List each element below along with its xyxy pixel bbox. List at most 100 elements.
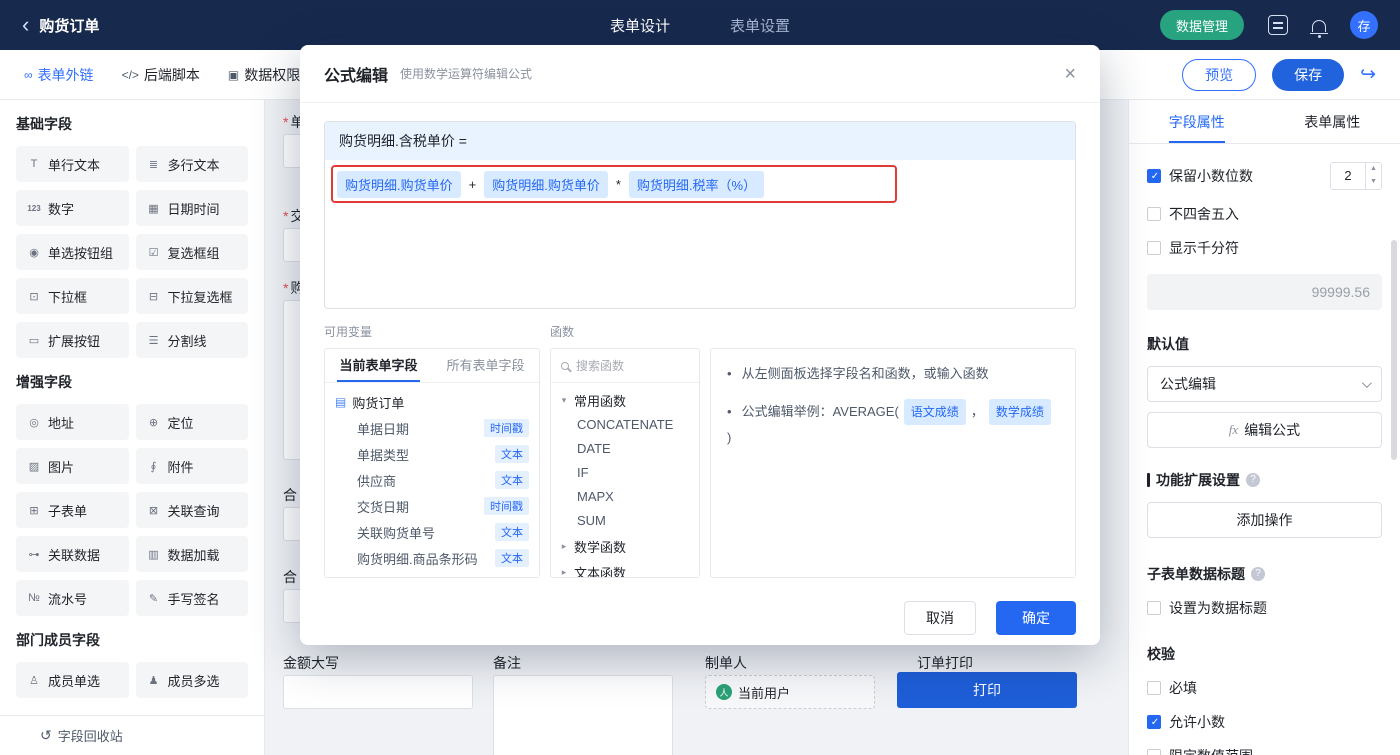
tree-root[interactable]: ▤ 购货订单 <box>335 389 529 415</box>
data-permission-button[interactable]: ▣ 数据权限 <box>228 65 300 85</box>
function-item[interactable]: IF <box>559 461 691 485</box>
share-icon[interactable]: ↪ <box>1360 63 1376 86</box>
properties-panel: 字段属性 表单属性 保留小数位数 2 ▲▼ 不四舍五入 显示千分符 99999.… <box>1128 100 1400 755</box>
tab-form-design[interactable]: 表单设计 <box>610 15 670 36</box>
formula-field-token[interactable]: 购货明细.购货单价 <box>484 171 608 198</box>
field-type-radio-group[interactable]: ◉ 单选按钮组 <box>16 234 129 270</box>
stepper-up-icon[interactable]: ▲ <box>1366 163 1381 176</box>
workspace-icon[interactable] <box>1268 15 1288 35</box>
amount-words-input[interactable] <box>283 675 473 709</box>
function-group-common[interactable]: ▾ 常用函数 <box>559 387 691 413</box>
confirm-button[interactable]: 确定 <box>996 601 1076 635</box>
stepper-down-icon[interactable]: ▼ <box>1366 176 1381 189</box>
toolbar-left: ∞ 表单外链 </> 后端脚本 ▣ 数据权限 <box>24 65 300 85</box>
decimal-places-checkbox[interactable] <box>1147 169 1162 184</box>
function-item[interactable]: DATE <box>559 437 691 461</box>
edit-formula-button[interactable]: fx 编辑公式 <box>1147 412 1382 448</box>
field-type-subform[interactable]: ⊞ 子表单 <box>16 492 129 528</box>
field-type-linked-query[interactable]: ⊠ 关联查询 <box>135 492 248 528</box>
remark-label: 备注 <box>493 655 521 671</box>
field-type-signature[interactable]: ✎ 手写签名 <box>135 580 248 616</box>
help-icon[interactable]: ? <box>1246 473 1260 487</box>
scrollbar-thumb[interactable] <box>1391 240 1397 460</box>
field-type-divider[interactable]: ☰ 分割线 <box>135 322 248 358</box>
field-type-data-load[interactable]: ▥ 数据加载 <box>135 536 248 572</box>
functions-panel: ▾常用函数 CONCATENATE DATE IF MAPX SUM ▸数学函数… <box>550 348 700 578</box>
section-title-basic-fields: 基础字段 <box>16 116 72 132</box>
data-title-checkbox[interactable] <box>1147 601 1161 615</box>
avatar[interactable]: 存 <box>1350 11 1378 39</box>
variable-item[interactable]: 单据类型 文本 <box>335 441 529 467</box>
field-type-multi-line-text[interactable]: ≣ 多行文本 <box>135 146 248 182</box>
no-rounding-checkbox[interactable] <box>1147 207 1161 221</box>
field-type-linked-data[interactable]: ⊶ 关联数据 <box>16 536 129 572</box>
properties-content: 保留小数位数 2 ▲▼ 不四舍五入 显示千分符 99999.56 默认值 公式编… <box>1129 144 1400 755</box>
tab-current-form-fields[interactable]: 当前表单字段 <box>325 349 432 382</box>
add-action-button[interactable]: 添加操作 <box>1147 502 1382 538</box>
field-type-checkbox-group[interactable]: ☑ 复选框组 <box>135 234 248 270</box>
backend-script-button[interactable]: </> 后端脚本 <box>122 65 200 85</box>
permission-icon: ▣ <box>227 67 240 82</box>
decimal-places-stepper[interactable]: 2 ▲ ▼ <box>1330 162 1382 190</box>
field-type-location[interactable]: ⊕ 定位 <box>135 404 248 440</box>
field-type-select[interactable]: ⊡ 下拉框 <box>16 278 129 314</box>
tab-form-properties[interactable]: 表单属性 <box>1265 100 1400 143</box>
formula-input-area[interactable]: 购货明细.购货单价 + 购货明细.购货单价 * 购货明细.税率（%） <box>325 160 1075 308</box>
function-item[interactable]: MAPX <box>559 485 691 509</box>
data-manage-button[interactable]: 数据管理 <box>1159 10 1244 40</box>
field-type-number[interactable]: 123 数字 <box>16 190 129 226</box>
function-group-math[interactable]: ▸ 数学函数 <box>559 533 691 559</box>
variable-item[interactable]: 单据日期 时间戳 <box>335 415 529 441</box>
field-type-member-multi[interactable]: ♟ 成员多选 <box>135 662 248 698</box>
field-type-serial-number[interactable]: № 流水号 <box>16 580 129 616</box>
allow-decimal-checkbox[interactable] <box>1147 715 1162 730</box>
remark-textarea[interactable] <box>493 675 673 755</box>
default-value-select[interactable]: 公式编辑 <box>1147 366 1382 402</box>
member-single-icon: ♙ <box>29 674 39 687</box>
field-recycle-bin[interactable]: ↺ 字段回收站 <box>0 715 264 755</box>
location-icon: ⊕ <box>148 416 159 429</box>
field-type-address[interactable]: ◎ 地址 <box>16 404 129 440</box>
properties-tabs: 字段属性 表单属性 <box>1129 100 1400 144</box>
form-external-link-button[interactable]: ∞ 表单外链 <box>24 65 94 85</box>
search-icon <box>561 361 569 370</box>
field-type-attachment[interactable]: ∮ 附件 <box>135 448 248 484</box>
tab-field-properties[interactable]: 字段属性 <box>1129 100 1265 143</box>
variable-item[interactable]: 关联购货单号 文本 <box>335 519 529 545</box>
creator-field[interactable]: 人 当前用户 <box>705 675 875 709</box>
recycle-icon: ↺ <box>40 727 52 743</box>
field-type-multi-select[interactable]: ⊟ 下拉复选框 <box>135 278 248 314</box>
functions-label: 函数 <box>550 325 575 339</box>
variable-item[interactable]: 交货日期 时间戳 <box>335 493 529 519</box>
back-icon[interactable]: ‹ <box>22 14 29 36</box>
save-button[interactable]: 保存 <box>1272 58 1345 91</box>
help-icon[interactable]: ? <box>1251 567 1265 581</box>
required-checkbox[interactable] <box>1147 681 1161 695</box>
variable-item[interactable]: 供应商 文本 <box>335 467 529 493</box>
function-item[interactable]: SUM <box>559 509 691 533</box>
thousand-separator-checkbox[interactable] <box>1147 241 1161 255</box>
formula-field-token[interactable]: 购货明细.购货单价 <box>337 171 461 198</box>
notification-bell-icon[interactable] <box>1310 20 1328 38</box>
field-type-single-line-text[interactable]: T 单行文本 <box>16 146 129 182</box>
field-type-image[interactable]: ▨ 图片 <box>16 448 129 484</box>
function-group-text[interactable]: ▸ 文本函数 <box>559 559 691 578</box>
print-button[interactable]: 打印 <box>897 672 1077 708</box>
variable-item[interactable]: 购货明细.商品条形码 文本 <box>335 545 529 571</box>
field-type-extension-button[interactable]: ▭ 扩展按钮 <box>16 322 129 358</box>
subform-icon: ⊞ <box>29 504 39 517</box>
formula-field-token[interactable]: 购货明细.税率（%） <box>628 171 765 198</box>
field-type-member-single[interactable]: ♙ 成员单选 <box>16 662 129 698</box>
multi-select-icon: ⊟ <box>148 290 159 303</box>
cancel-button[interactable]: 取消 <box>904 601 976 635</box>
close-icon[interactable]: × <box>1064 64 1076 84</box>
preview-button[interactable]: 预览 <box>1182 58 1257 91</box>
subform-title-header: 子表单数据标题 ? <box>1147 564 1382 584</box>
function-search-input[interactable] <box>576 358 689 373</box>
value-range-checkbox[interactable] <box>1147 749 1161 755</box>
tab-form-settings[interactable]: 表单设置 <box>730 15 790 36</box>
field-type-datetime[interactable]: ▦ 日期时间 <box>135 190 248 226</box>
chevron-right-icon: ▸ <box>561 566 567 577</box>
function-item[interactable]: CONCATENATE <box>559 413 691 437</box>
tab-all-form-fields[interactable]: 所有表单字段 <box>432 349 539 382</box>
